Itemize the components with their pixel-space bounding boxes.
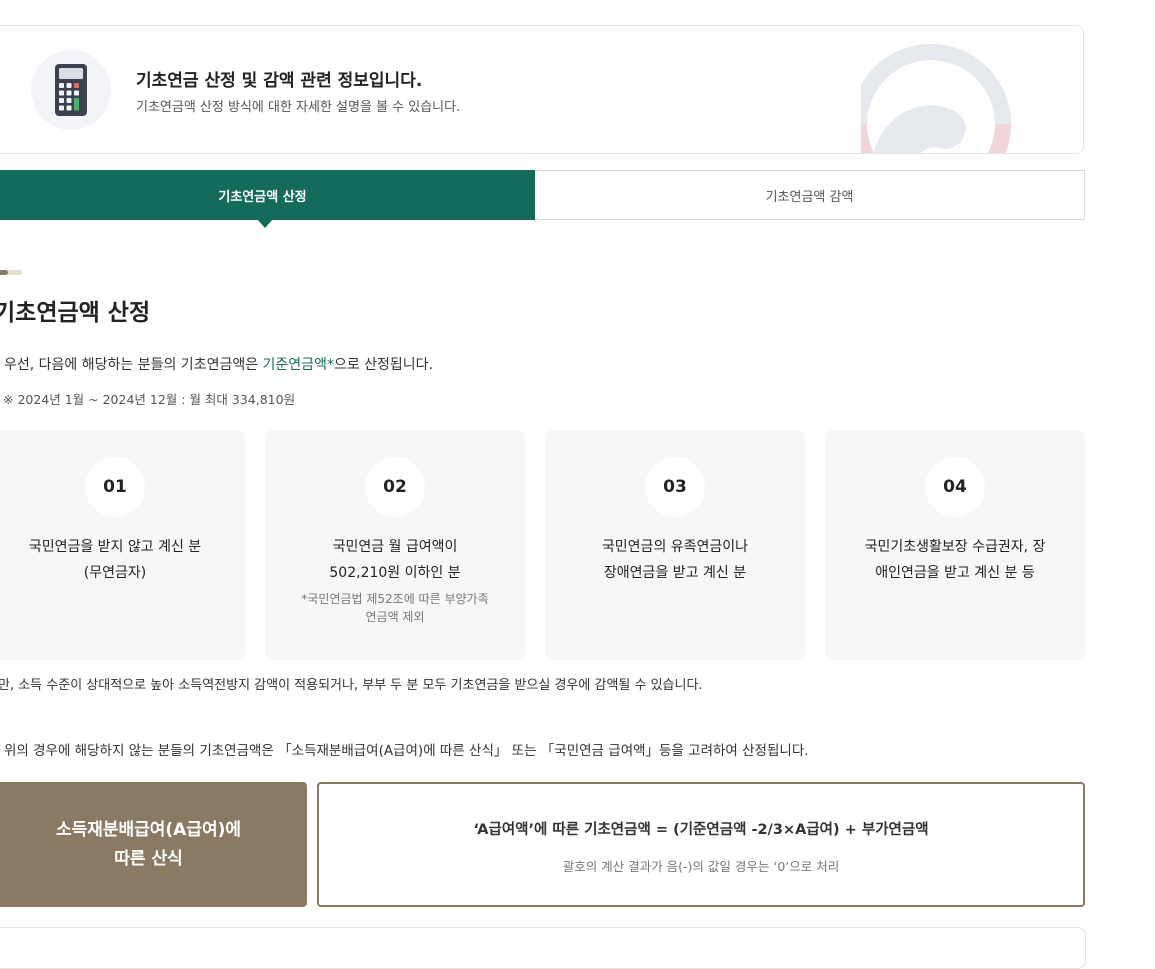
intro-text: 우선, 다음에 해당하는 분들의 기초연금액은 기준연금액*으로 산정됩니다.: [4, 354, 433, 374]
formula-main: ‘A급여액’에 따른 기초연금액 = (기준연금액 -2/3×A급여) + 부가…: [473, 822, 929, 838]
intro-prefix: 우선, 다음에 해당하는 분들의 기초연금액은: [4, 357, 263, 373]
card-number: 02: [365, 457, 425, 517]
card-line1: 국민연금을 받지 않고 계신 분: [28, 539, 202, 555]
card-text: 국민연금 월 급여액이 502,210원 이하인 분: [275, 534, 515, 586]
card-note-line2: 연금액 제외: [365, 610, 425, 624]
card-note-line1: *국민연금법 제52조에 따른 부양가족: [301, 592, 489, 606]
card-04: 04 국민기초생활보장 수급권자, 장 애인연금을 받고 계신 분 등: [825, 430, 1085, 660]
card-number: 03: [645, 457, 705, 517]
info-banner: 기초연금 산정 및 감액 관련 정보입니다. 기초연금액 산정 방식에 대한 자…: [0, 25, 1084, 154]
intro-note: ※ 2024년 1월 ~ 2024년 12월 : 월 최대 334,810원: [3, 392, 296, 407]
info-subtitle: 기초연금액 산정 방식에 대한 자세한 설명을 볼 수 있습니다.: [136, 100, 461, 115]
formula-box: ‘A급여액’에 따른 기초연금액 = (기준연금액 -2/3×A급여) + 부가…: [317, 782, 1085, 907]
other-case-text: 위의 경우에 해당하지 않는 분들의 기초연금액은 「소득재분배급여(A급여)에…: [4, 743, 809, 759]
card-line1: 국민기초생활보장 수급권자, 장: [864, 539, 1046, 555]
next-section-box: [0, 927, 1086, 969]
intro-highlight: 기준연금액*: [262, 357, 334, 373]
card-02: 02 국민연금 월 급여액이 502,210원 이하인 분 *국민연금법 제52…: [265, 430, 525, 660]
active-tab-pointer: [257, 219, 273, 228]
card-line1: 국민연금의 유족연금이나: [601, 539, 749, 555]
card-line2: 애인연금을 받고 계신 분 등: [875, 565, 1035, 581]
tab-reduction[interactable]: 기초연금액 감액: [535, 170, 1085, 220]
section-title: 기초연금액 산정: [0, 300, 151, 326]
card-line2: 502,210원 이하인 분: [329, 565, 461, 581]
card-number: 04: [925, 457, 985, 517]
card-01: 01 국민연금을 받지 않고 계신 분 (무연금자): [0, 430, 245, 660]
card-number: 01: [85, 457, 145, 517]
section-accent-bar: [0, 270, 22, 275]
card-line1: 국민연금 월 급여액이: [332, 539, 458, 555]
reduction-note: 만, 소득 수준이 상대적으로 높아 소득역전방지 감액이 적용되거나, 부부 …: [0, 678, 703, 693]
info-title: 기초연금 산정 및 감액 관련 정보입니다.: [136, 71, 423, 91]
card-line2: (무연금자): [83, 565, 147, 581]
card-03: 03 국민연금의 유족연금이나 장애연금을 받고 계신 분: [545, 430, 805, 660]
card-note: *국민연금법 제52조에 따른 부양가족 연금액 제외: [275, 590, 515, 626]
card-text: 국민연금의 유족연금이나 장애연금을 받고 계신 분: [555, 534, 795, 586]
card-line2: 장애연금을 받고 계신 분: [603, 565, 747, 581]
calculator-icon: [55, 64, 87, 116]
card-text: 국민연금을 받지 않고 계신 분 (무연금자): [0, 534, 235, 586]
formula-label-box: 소득재분배급여(A급여)에 따른 산식: [0, 782, 307, 907]
tab-calculation[interactable]: 기초연금액 산정: [0, 170, 535, 220]
formula-note: 괄호의 계산 결과가 음(-)의 값일 경우는 ‘0’으로 처리: [562, 859, 840, 874]
formula-label-line1: 소득재분배급여(A급여)에: [55, 819, 242, 840]
formula-label-line2: 따른 산식: [114, 848, 183, 869]
government-emblem-icon: [861, 44, 1011, 153]
card-text: 국민기초생활보장 수급권자, 장 애인연금을 받고 계신 분 등: [835, 534, 1075, 586]
calculator-icon-wrap: [31, 50, 111, 130]
intro-suffix: 으로 산정됩니다.: [333, 357, 434, 373]
